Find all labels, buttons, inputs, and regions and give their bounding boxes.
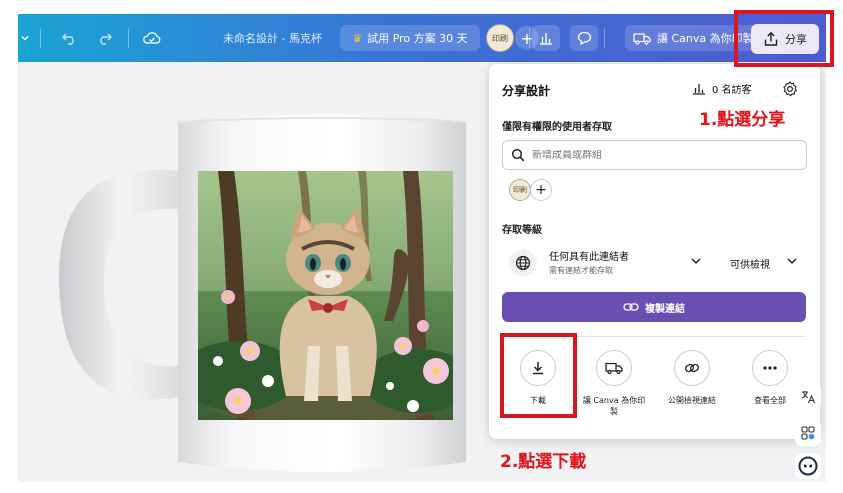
add-member-button[interactable]: + <box>530 179 552 201</box>
toolbar-divider <box>529 28 530 48</box>
bar-chart-icon <box>693 83 705 95</box>
copy-link-label: 複製連結 <box>645 303 685 315</box>
truck-icon <box>633 32 651 45</box>
more-icon <box>752 350 788 386</box>
access-option-description: 需有連結才能存取 <box>549 266 613 275</box>
design-title[interactable]: 未命名設計 - 馬克杯 <box>223 30 322 46</box>
try-pro-label: 試用 Pro 方案 30 天 <box>367 32 468 45</box>
link-icon <box>674 350 710 386</box>
cat-artwork[interactable] <box>198 171 453 420</box>
insights-button[interactable] <box>532 25 560 51</box>
undo-icon[interactable] <box>58 26 80 50</box>
permission-select[interactable]: 可供檢視 <box>730 256 770 271</box>
toolbar-divider <box>40 28 41 48</box>
try-pro-button[interactable]: ♛ 試用 Pro 方案 30 天 <box>340 25 480 51</box>
toolbar-divider <box>604 28 605 48</box>
step1-annotation: 1.點選分享 <box>699 110 786 130</box>
access-level-label: 存取等級 <box>502 225 542 236</box>
comments-button[interactable] <box>570 25 598 51</box>
see-all-action[interactable]: 查看全部 <box>736 350 804 406</box>
truck-icon <box>596 350 632 386</box>
restricted-access-label: 僅限有權限的使用者存取 <box>502 122 612 133</box>
print-action[interactable]: 讓 Canva 為你印製 <box>580 350 648 417</box>
apps-icon[interactable] <box>795 420 821 446</box>
toolbar-divider <box>128 28 129 48</box>
visitors-button[interactable]: 0 名訪客 <box>692 81 752 96</box>
crown-icon: ♛ <box>352 31 363 45</box>
gear-icon[interactable] <box>781 80 799 98</box>
link-icon <box>623 303 639 311</box>
share-panel-title: 分享設計 <box>502 84 551 98</box>
access-option[interactable]: 任何具有此連結者 <box>549 248 629 263</box>
public-link-label: 公開檢視連結 <box>668 396 716 405</box>
bar-chart-icon <box>540 33 552 45</box>
chevron-down-icon[interactable] <box>18 26 32 50</box>
step2-annotation: 2.點選下載 <box>500 452 587 472</box>
search-icon <box>511 148 525 162</box>
translate-icon[interactable] <box>795 384 821 410</box>
print-action-label: 讓 Canva 為你印製 <box>582 396 646 416</box>
chevron-down-icon[interactable] <box>785 254 799 268</box>
globe-icon <box>509 249 537 277</box>
assistant-icon[interactable] <box>795 453 821 479</box>
visitors-count: 0 名訪客 <box>712 85 752 96</box>
avatar[interactable]: 印刷 <box>486 24 514 52</box>
member-search-field[interactable] <box>502 140 807 170</box>
share-highlight-box <box>734 10 834 67</box>
search-input[interactable] <box>532 149 782 161</box>
redo-icon[interactable] <box>94 26 116 50</box>
member-avatar[interactable]: 印刷 <box>509 179 531 201</box>
public-link-action[interactable]: 公開檢視連結 <box>658 350 726 406</box>
copy-link-button[interactable]: 複製連結 <box>502 292 806 322</box>
comment-icon <box>577 31 591 45</box>
see-all-label: 查看全部 <box>754 396 786 405</box>
cloud-sync-icon[interactable] <box>140 26 164 50</box>
download-highlight-box <box>500 333 577 418</box>
top-toolbar: 未命名設計 - 馬克杯 ♛ 試用 Pro 方案 30 天 印刷 + 讓 Canv… <box>18 14 826 62</box>
canva-editor: 未命名設計 - 馬克杯 ♛ 試用 Pro 方案 30 天 印刷 + 讓 Canv… <box>0 0 843 493</box>
chevron-down-icon[interactable] <box>689 254 703 268</box>
